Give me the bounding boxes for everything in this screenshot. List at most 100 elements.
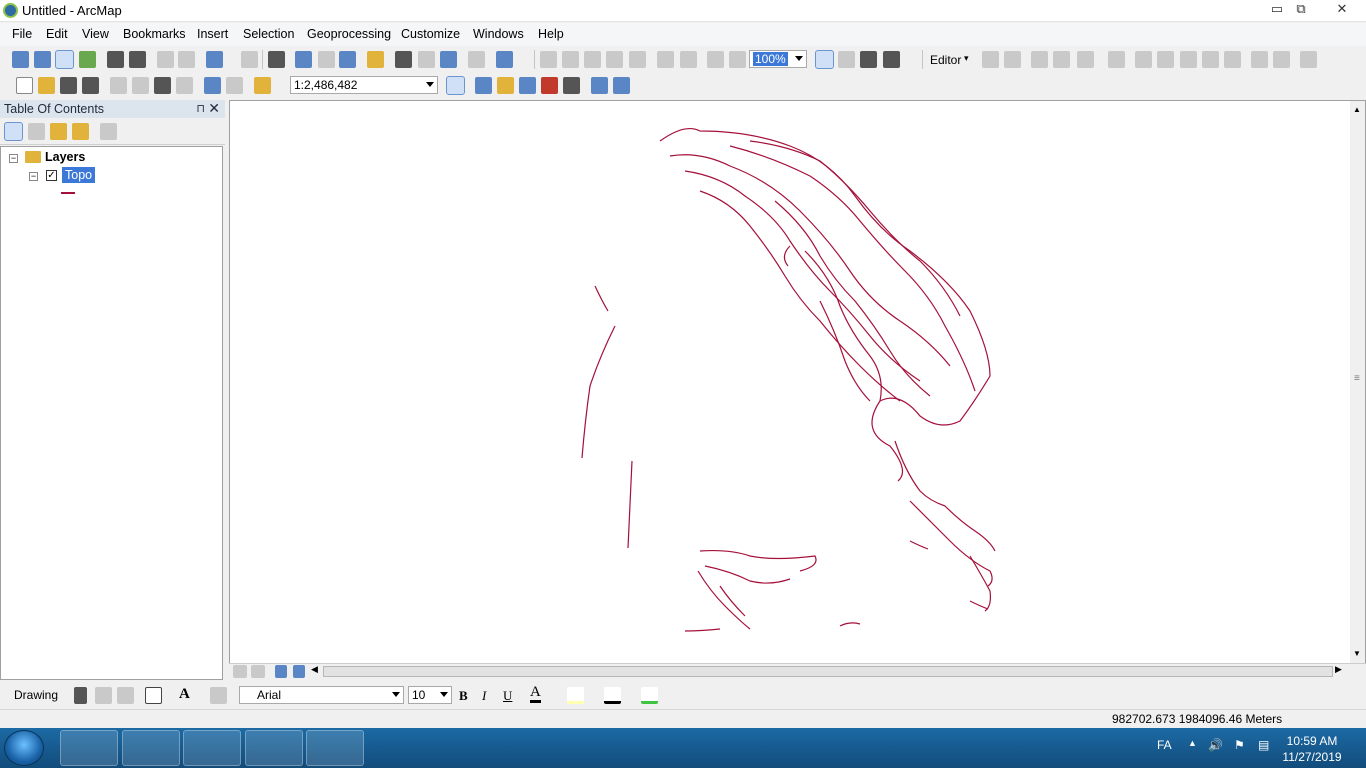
zoom-100-icon[interactable] bbox=[629, 51, 646, 68]
edit-vertices-drawing-icon[interactable] bbox=[210, 687, 227, 704]
sketch-properties-icon[interactable] bbox=[1251, 51, 1268, 68]
word-taskbar-icon[interactable] bbox=[306, 730, 364, 766]
volume-icon[interactable]: 🔊 bbox=[1208, 738, 1223, 752]
create-features-icon[interactable] bbox=[1273, 51, 1290, 68]
layout-back-icon[interactable] bbox=[707, 51, 724, 68]
zoom-percent-select[interactable]: 100% bbox=[749, 50, 807, 68]
zoom-out-icon[interactable] bbox=[34, 51, 51, 68]
underline-button[interactable]: U bbox=[503, 688, 512, 704]
create-viewer-window-icon[interactable] bbox=[496, 51, 513, 68]
toc-options-icon[interactable] bbox=[100, 123, 117, 140]
toggle-draft-mode-icon[interactable] bbox=[815, 50, 834, 69]
pin-icon[interactable]: ⊓ bbox=[196, 102, 205, 115]
start-button-icon[interactable] bbox=[4, 730, 44, 766]
chrome-taskbar-icon[interactable] bbox=[183, 730, 241, 766]
table-of-contents-icon[interactable] bbox=[475, 77, 492, 94]
edit-vertices-icon[interactable] bbox=[1108, 51, 1125, 68]
layout-view-icon[interactable] bbox=[251, 665, 265, 678]
scroll-grip-icon[interactable]: ≡ bbox=[1354, 373, 1360, 384]
marker-color-icon[interactable] bbox=[641, 687, 658, 704]
scroll-left-arrow-icon[interactable]: ◀ bbox=[311, 664, 318, 675]
font-size-select[interactable]: 10 bbox=[408, 686, 452, 704]
list-by-selection-icon[interactable] bbox=[72, 123, 89, 140]
arcmap-taskbar-icon[interactable] bbox=[245, 730, 303, 766]
topo-collapse-icon[interactable]: − bbox=[29, 172, 38, 181]
copy-icon[interactable] bbox=[132, 77, 149, 94]
full-extent-globe-icon[interactable] bbox=[79, 51, 96, 68]
clear-selection-icon[interactable] bbox=[241, 51, 258, 68]
editor-options-icon[interactable] bbox=[1300, 51, 1317, 68]
fixed-zoom-in-icon[interactable] bbox=[107, 51, 124, 68]
select-elements-icon[interactable] bbox=[74, 687, 87, 704]
topo-map-canvas[interactable] bbox=[230, 101, 1350, 663]
list-by-source-icon[interactable] bbox=[28, 123, 45, 140]
zoom-to-element-icon[interactable] bbox=[117, 687, 134, 704]
drawing-menu[interactable]: Drawing bbox=[14, 688, 58, 702]
list-by-visibility-icon[interactable] bbox=[50, 123, 67, 140]
input-language-indicator[interactable]: FA bbox=[1157, 738, 1172, 752]
edit-annotation-icon[interactable] bbox=[1004, 51, 1021, 68]
file-explorer-taskbar-icon[interactable] bbox=[60, 730, 118, 766]
topo-visibility-checkbox[interactable]: ✓ bbox=[46, 170, 57, 181]
measure-icon[interactable] bbox=[367, 51, 384, 68]
fill-color-icon[interactable] bbox=[567, 687, 584, 704]
action-center-flag-icon[interactable]: ⚑ bbox=[1234, 738, 1245, 752]
map-display[interactable] bbox=[229, 100, 1366, 678]
identify-info-icon[interactable] bbox=[295, 51, 312, 68]
arctoolbox-icon[interactable] bbox=[541, 77, 558, 94]
editor-dropdown-arrow-icon[interactable]: ▾ bbox=[964, 53, 969, 64]
end-point-arc-icon[interactable] bbox=[1053, 51, 1070, 68]
arcgis-online-icon[interactable] bbox=[613, 77, 630, 94]
data-view-icon[interactable] bbox=[233, 665, 247, 678]
menu-insert[interactable]: Insert bbox=[197, 27, 228, 41]
menu-bookmarks[interactable]: Bookmarks bbox=[123, 27, 186, 41]
menu-windows[interactable]: Windows bbox=[473, 27, 524, 41]
rotate-tool-icon[interactable] bbox=[1202, 51, 1219, 68]
network-icon[interactable]: ▤ bbox=[1258, 738, 1269, 752]
menu-selection[interactable]: Selection bbox=[243, 27, 294, 41]
focus-data-frame-icon[interactable] bbox=[838, 51, 855, 68]
menu-customize[interactable]: Customize bbox=[401, 27, 460, 41]
change-layout-icon[interactable] bbox=[860, 51, 877, 68]
menu-geoprocessing[interactable]: Geoprocessing bbox=[307, 27, 391, 41]
search-window-icon[interactable] bbox=[519, 77, 536, 94]
map-scale-select[interactable]: 1:2,486,482 bbox=[290, 76, 438, 94]
find-route-icon[interactable] bbox=[418, 51, 435, 68]
data-driven-pages-icon[interactable] bbox=[883, 51, 900, 68]
pan-hand-icon[interactable] bbox=[55, 50, 74, 69]
paste-icon[interactable] bbox=[154, 77, 171, 94]
back-extent-icon[interactable] bbox=[157, 51, 174, 68]
reshape-feature-icon[interactable] bbox=[1135, 51, 1152, 68]
font-color-button[interactable]: A bbox=[530, 685, 541, 703]
undo-icon[interactable] bbox=[204, 77, 221, 94]
text-tool-icon[interactable]: A bbox=[179, 686, 190, 703]
add-data-icon[interactable] bbox=[254, 77, 271, 94]
menu-help[interactable]: Help bbox=[538, 27, 564, 41]
rectangle-tool-icon[interactable] bbox=[145, 687, 162, 704]
rotate-element-icon[interactable] bbox=[95, 687, 112, 704]
topo-line-symbol[interactable] bbox=[61, 192, 75, 194]
model-builder-icon[interactable] bbox=[591, 77, 608, 94]
select-elements-arrow-icon[interactable] bbox=[268, 51, 285, 68]
layout-forward-icon[interactable] bbox=[729, 51, 746, 68]
fixed-layout-zoom-out-icon[interactable] bbox=[680, 51, 697, 68]
system-clock[interactable]: 10:59 AM 11/27/2019 bbox=[1282, 733, 1342, 765]
edit-tool-icon[interactable] bbox=[982, 51, 999, 68]
open-folder-icon[interactable] bbox=[38, 77, 55, 94]
layers-collapse-icon[interactable]: − bbox=[9, 154, 18, 163]
html-popup-icon[interactable] bbox=[339, 51, 356, 68]
menu-edit[interactable]: Edit bbox=[46, 27, 68, 41]
select-features-icon[interactable] bbox=[206, 51, 223, 68]
fixed-zoom-out-icon[interactable] bbox=[129, 51, 146, 68]
font-name-select[interactable]: Arial bbox=[239, 686, 404, 704]
line-color-icon[interactable] bbox=[604, 687, 621, 704]
scroll-up-arrow-icon[interactable]: ▲ bbox=[1353, 105, 1361, 114]
delete-icon[interactable] bbox=[176, 77, 193, 94]
new-document-icon[interactable] bbox=[16, 77, 33, 94]
pause-drawing-icon[interactable] bbox=[293, 665, 305, 678]
time-slider-icon[interactable] bbox=[468, 51, 485, 68]
topo-layer-label[interactable]: Topo bbox=[62, 167, 96, 183]
scroll-right-arrow-icon[interactable]: ▶ bbox=[1335, 664, 1342, 675]
catalog-window-icon[interactable] bbox=[497, 77, 514, 94]
go-to-xy-icon[interactable] bbox=[440, 51, 457, 68]
